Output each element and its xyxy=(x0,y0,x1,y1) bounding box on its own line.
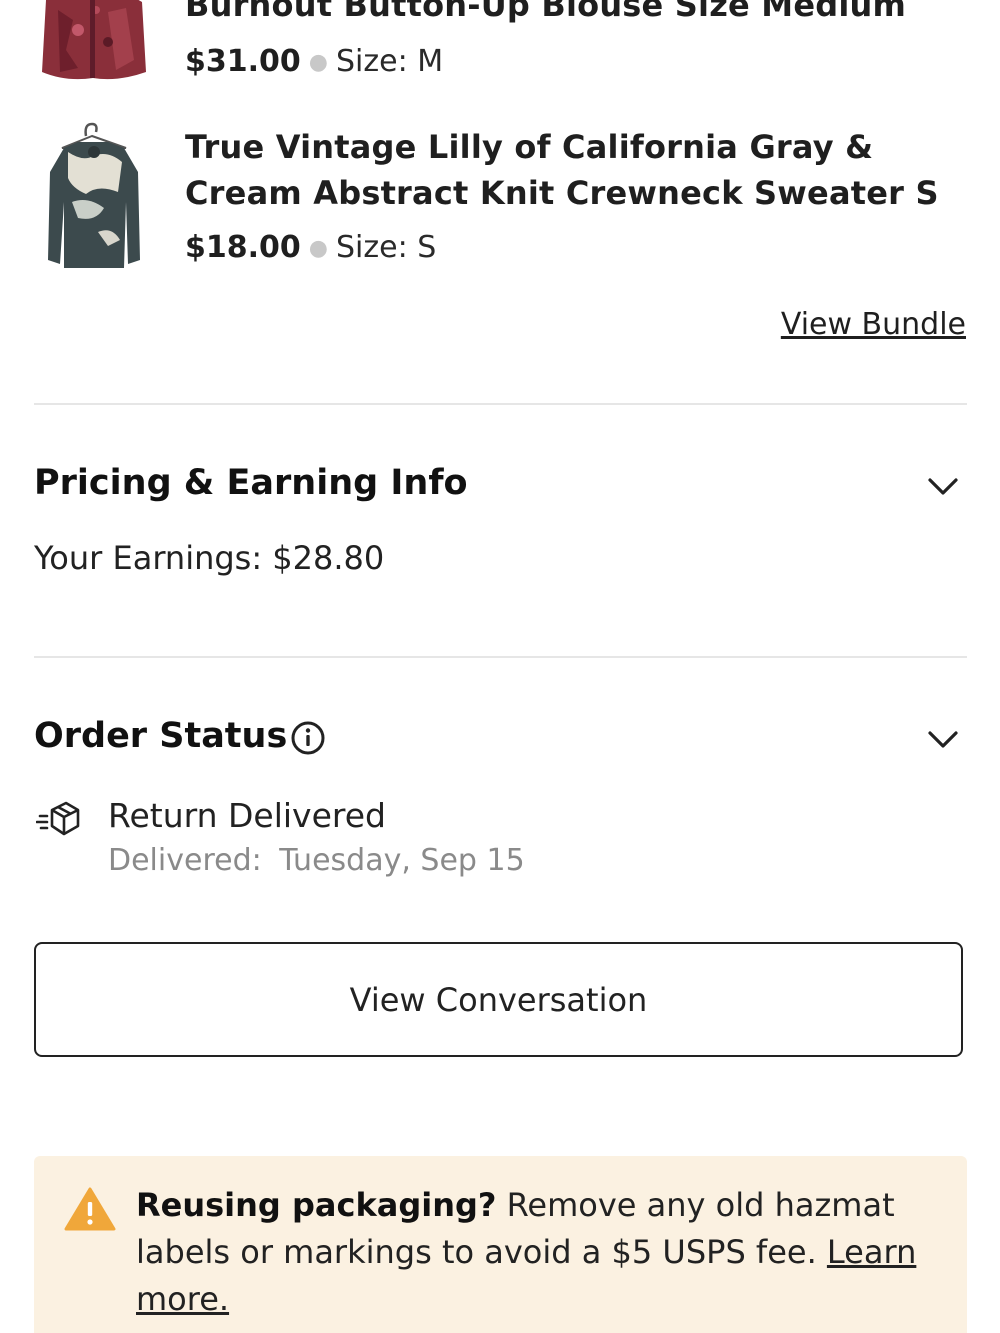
separator-dot: ● xyxy=(308,49,328,75)
item-meta: $31.00 ● Size: M xyxy=(185,42,443,83)
package-icon xyxy=(36,801,80,836)
divider xyxy=(34,656,967,658)
delivered-line: Delivered: Tuesday, Sep 15 xyxy=(108,840,525,882)
order-status-title[interactable]: Order Status xyxy=(34,714,287,758)
notice-heading: Reusing packaging? xyxy=(136,1186,497,1224)
order-details-page: Burnout Button-Up Blouse Size Medium $31… xyxy=(0,0,1000,1333)
packaging-notice: Reusing packaging? Remove any old hazmat… xyxy=(34,1156,967,1333)
item-price: $18.00 xyxy=(185,230,301,265)
item-size: Size: M xyxy=(335,44,444,79)
sweater-thumbnail xyxy=(48,122,140,268)
chevron-down-icon[interactable] xyxy=(926,474,960,498)
separator-dot: ● xyxy=(308,235,328,261)
item-title[interactable]: True Vintage Lilly of California Gray & … xyxy=(185,124,975,216)
view-conversation-button[interactable]: View Conversation xyxy=(34,942,963,1057)
pricing-section-title[interactable]: Pricing & Earning Info xyxy=(34,461,468,505)
item-size: Size: S xyxy=(335,230,437,265)
chevron-down-icon[interactable] xyxy=(926,727,960,751)
item-meta: $18.00 ● Size: S xyxy=(185,228,436,269)
item-price: $31.00 xyxy=(185,44,301,79)
list-item[interactable]: True Vintage Lilly of California Gray & … xyxy=(0,120,1000,280)
order-status-value: Return Delivered xyxy=(108,796,386,835)
notice-text: Reusing packaging? Remove any old hazmat… xyxy=(136,1182,946,1323)
view-bundle-link[interactable]: View Bundle xyxy=(781,305,966,345)
warning-icon xyxy=(64,1187,116,1231)
list-item[interactable]: Burnout Button-Up Blouse Size Medium $31… xyxy=(0,0,1000,100)
earnings-text: Your Earnings: $28.80 xyxy=(34,539,385,577)
divider xyxy=(34,403,967,405)
info-icon[interactable] xyxy=(290,720,326,756)
item-title[interactable]: Burnout Button-Up Blouse Size Medium xyxy=(185,0,975,28)
blouse-thumbnail xyxy=(42,0,146,80)
delivered-label: Delivered: xyxy=(108,843,262,878)
delivered-date: Tuesday, Sep 15 xyxy=(279,843,525,878)
